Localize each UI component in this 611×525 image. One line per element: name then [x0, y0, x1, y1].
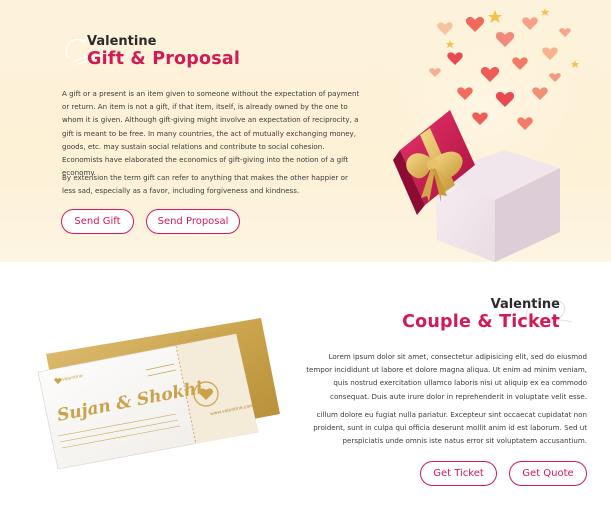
gift-section-paragraph-2: By extension the term gift can refer to …	[62, 173, 348, 196]
ticket-section-title: Couple & Ticket	[402, 312, 560, 332]
gift-proposal-section: Valentine Gift & Proposal A gift or a pr…	[0, 0, 611, 262]
ticket-section-paragraph-2: cillum dolore eu fugiat nulla pariatur. …	[313, 410, 587, 446]
gift-box-illustration	[355, 0, 611, 262]
gift-section-paragraph-1: A gift or a present is an item given to …	[62, 89, 360, 178]
ticket-section-kicker: Valentine	[490, 297, 560, 312]
gift-section-title: Gift & Proposal	[87, 49, 241, 69]
get-quote-button[interactable]: Get Quote	[509, 461, 587, 486]
ticket-section-paragraph-1: Lorem ipsum dolor sit amet, consectetur …	[306, 352, 587, 401]
couple-ticket-section: Confirmed Valentine Sujan & Shokhi www.v…	[0, 262, 611, 525]
send-gift-button[interactable]: Send Gift	[61, 209, 134, 234]
gift-section-kicker: Valentine	[87, 34, 157, 49]
get-ticket-button[interactable]: Get Ticket	[420, 461, 497, 486]
send-proposal-button[interactable]: Send Proposal	[146, 209, 240, 234]
